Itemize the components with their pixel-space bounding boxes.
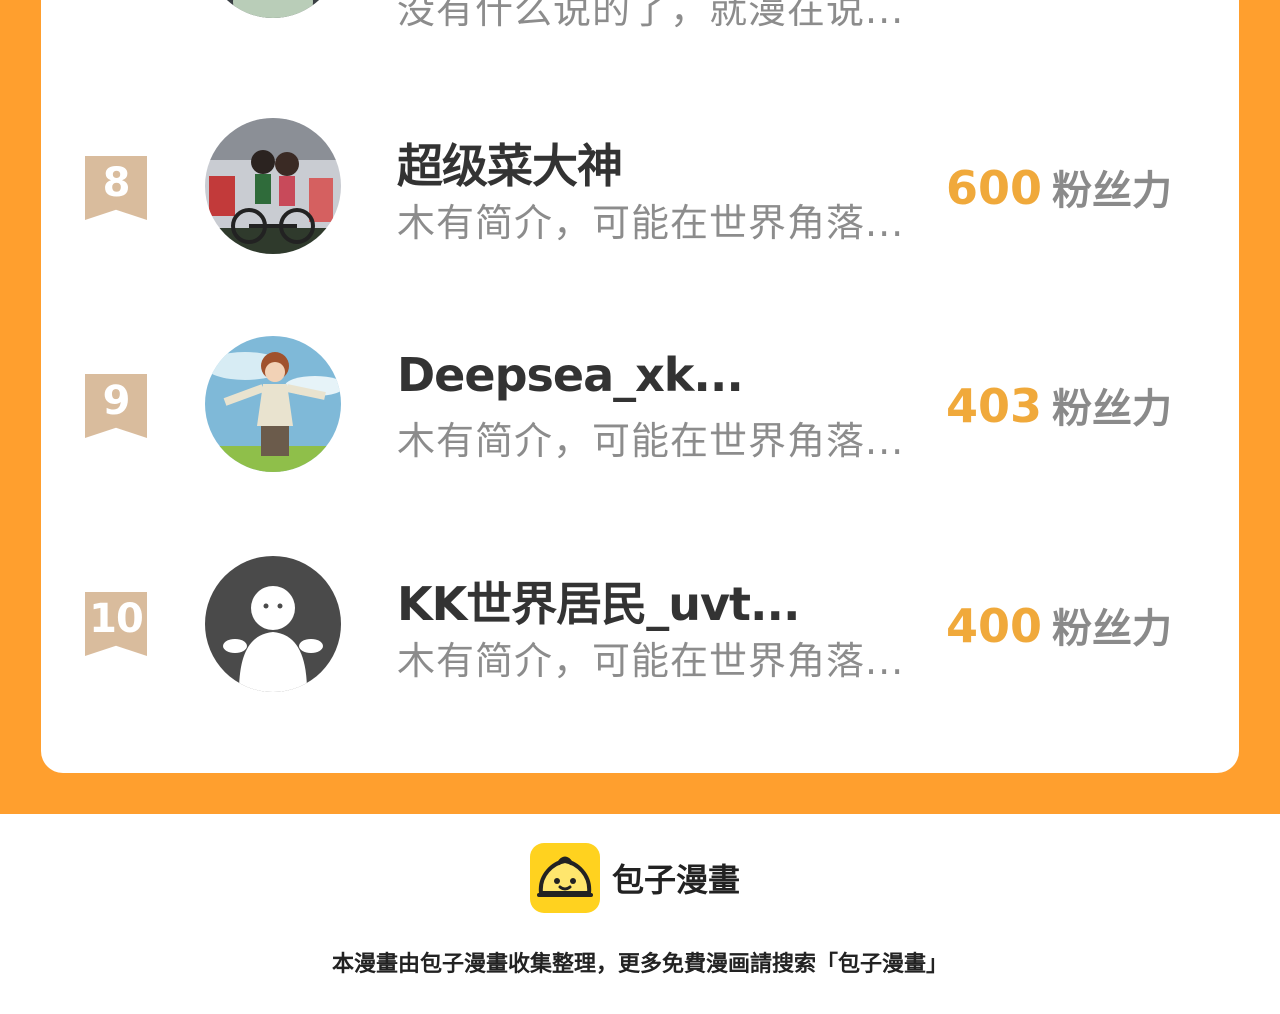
- avatar[interactable]: [205, 118, 341, 254]
- fan-score-value: 600: [946, 161, 1043, 215]
- fan-score-unit: 粉丝力: [1052, 168, 1173, 214]
- fan-score: 403 粉丝力: [946, 376, 1172, 434]
- user-bio: 木有简介，可能在世界角落...: [397, 201, 905, 245]
- avatar[interactable]: [205, 0, 341, 18]
- bun-logo-icon: [530, 843, 600, 913]
- fan-score-unit: 粉丝力: [1052, 386, 1173, 432]
- default-user-icon: [205, 556, 341, 692]
- list-item-partial[interactable]: 没有什么说的了，就漫在说...: [41, 0, 1239, 32]
- leaderboard-card: 没有什么说的了，就漫在说... 8 超级菜大神 木有简介，可能在世界角落... …: [41, 0, 1239, 773]
- fan-score-unit: 粉丝力: [1052, 606, 1173, 652]
- footer-note: 本漫畫由包子漫畫收集整理，更多免費漫画請搜索「包子漫畫」: [331, 952, 948, 977]
- leaderboard-background: 没有什么说的了，就漫在说... 8 超级菜大神 木有简介，可能在世界角落... …: [0, 0, 1280, 814]
- user-bio: 没有什么说的了，就漫在说...: [397, 0, 905, 32]
- brand-name: 包子漫畫: [612, 861, 741, 899]
- fan-score: 400 粉丝力: [946, 596, 1172, 654]
- user-bio: 木有简介，可能在世界角落...: [397, 639, 905, 683]
- list-item[interactable]: 10 KK世界居民_uvt... 木有简介，可能在世界角落... 400 粉丝力: [41, 556, 1239, 706]
- anime-boy-illustration-icon: [205, 336, 341, 472]
- fan-score: 600 粉丝力: [946, 158, 1172, 216]
- list-item[interactable]: 8 超级菜大神 木有简介，可能在世界角落... 600 粉丝力: [41, 118, 1239, 268]
- rank-badge: 9: [85, 374, 147, 438]
- couple-figurine-photo-icon: [205, 118, 341, 254]
- fan-score-value: 400: [946, 599, 1043, 653]
- avatar[interactable]: [205, 336, 341, 472]
- user-name[interactable]: KK世界居民_uvt...: [397, 568, 800, 634]
- user-name[interactable]: 超级菜大神: [397, 130, 623, 196]
- user-bio: 木有简介，可能在世界角落...: [397, 419, 905, 463]
- rank-badge: 10: [85, 592, 147, 656]
- user-name[interactable]: Deepsea_xk...: [397, 348, 744, 402]
- avatar[interactable]: [205, 556, 341, 692]
- rank-badge: 8: [85, 156, 147, 220]
- footer-brand[interactable]: 包子漫畫: [530, 843, 740, 913]
- fan-score-value: 403: [946, 379, 1043, 433]
- list-item[interactable]: 9 Deepsea_xk... 木有简介，可能在世界角落... 403 粉丝力: [41, 336, 1239, 486]
